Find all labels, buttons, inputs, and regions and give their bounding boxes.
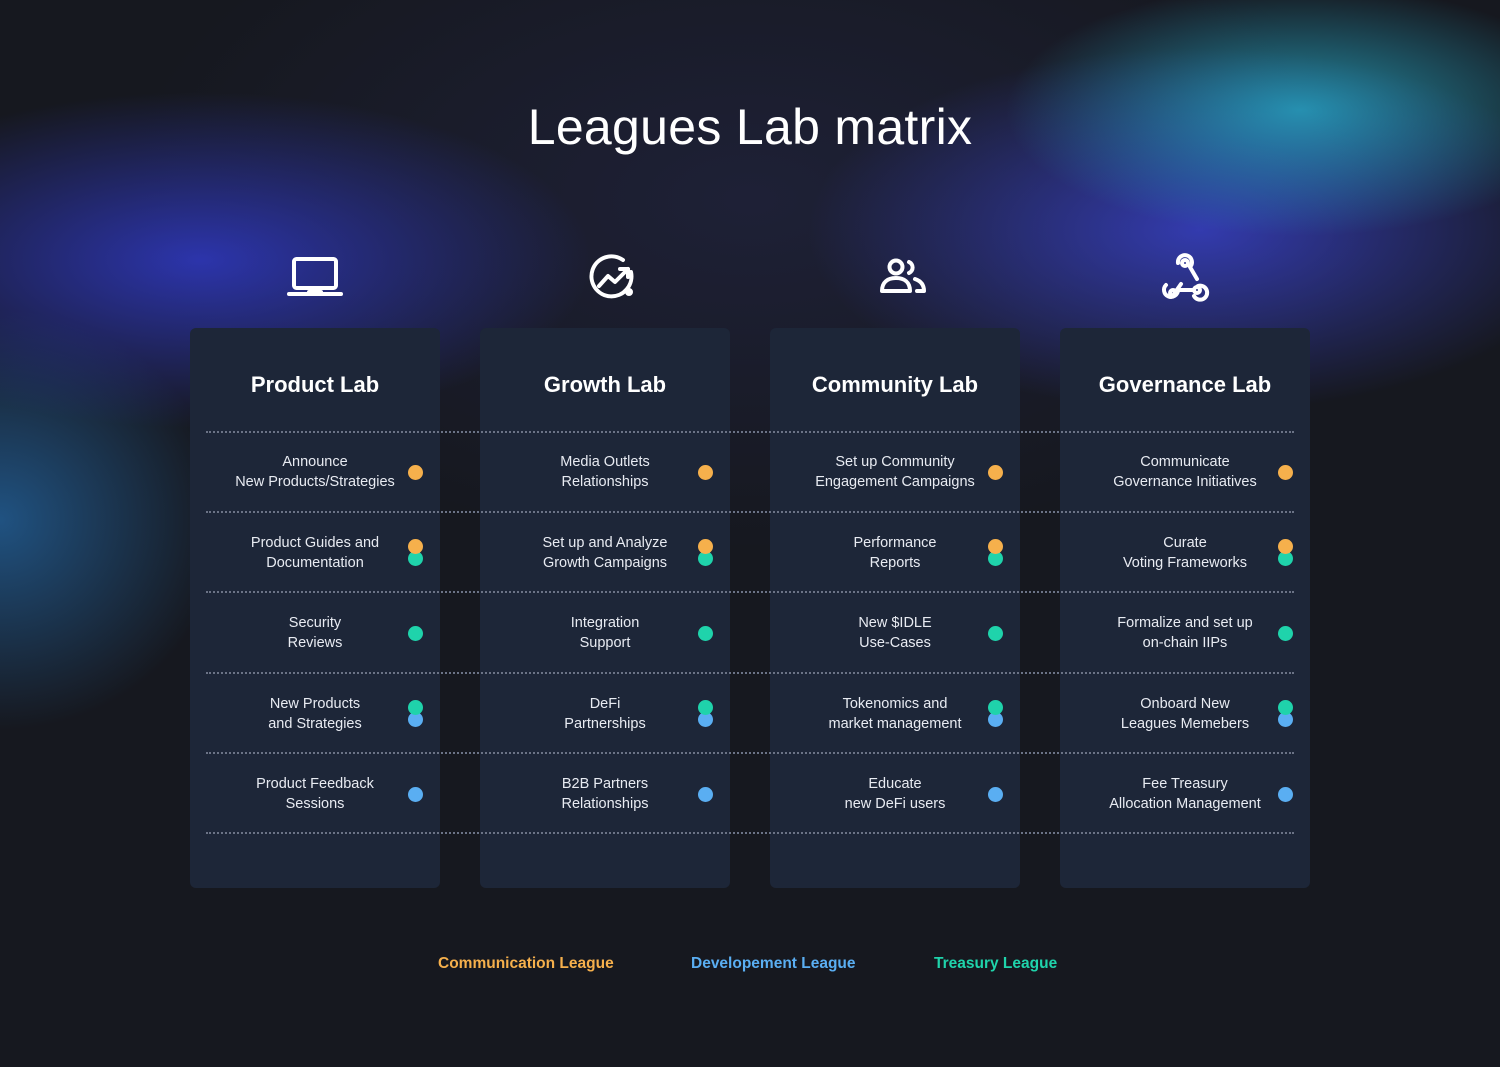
league-dot-communication (408, 464, 423, 480)
list-item: Media Outlets Relationships (480, 432, 730, 512)
list-item-label: Security Reviews (287, 615, 343, 651)
league-dot-development (1278, 786, 1293, 802)
league-dot-treasury (1278, 625, 1293, 641)
list-item: Fee Treasury Allocation Management (1060, 754, 1310, 834)
list-item: Security Reviews (190, 593, 440, 673)
card-title: Growth Lab (543, 372, 667, 397)
card-community-lab: Community Lab Set up Community Engagemen… (770, 328, 1020, 888)
users-icon (875, 250, 931, 306)
list-item-label: New $IDLE Use-Cases (858, 615, 932, 651)
league-dot-communication (408, 539, 423, 554)
league-dot-communication (698, 464, 713, 480)
list-item: Formalize and set up on-chain IIPs (1060, 593, 1310, 673)
list-item-label: Communicate Governance Initiatives (1113, 454, 1257, 490)
list-item-label: Product Feedback Sessions (256, 776, 374, 812)
league-dot-communication (698, 539, 713, 554)
list-item: Tokenomics and market management (770, 674, 1020, 754)
list-item: Set up Community Engagement Campaigns (770, 432, 1020, 512)
list-item-label: Curate Voting Frameworks (1122, 534, 1248, 571)
list-item: Integration Support (480, 593, 730, 673)
legend-treasury: Treasury League (934, 955, 1058, 972)
league-dot-treasury (988, 700, 1003, 715)
league-dot-communication (988, 464, 1003, 480)
legend-communication: Communication League (438, 955, 614, 972)
webhook-icon (1157, 250, 1213, 306)
laptop-icon (287, 250, 343, 306)
list-item: DeFi Partnerships (480, 674, 730, 754)
page-title: Leagues Lab matrix (527, 99, 973, 155)
league-dot-communication (1278, 539, 1293, 554)
league-dot-treasury (698, 625, 713, 641)
league-dot-communication (1278, 464, 1293, 480)
league-dot-communication (988, 539, 1003, 554)
card-product-lab: Product Lab Announce New Products/Strate… (190, 328, 440, 888)
card-title: Product Lab (250, 372, 380, 397)
list-item: Set up and Analyze Growth Campaigns (480, 513, 730, 593)
row-divider (206, 672, 1294, 674)
list-item-label: Product Guides and Documentation (250, 534, 380, 571)
league-dot-treasury (988, 625, 1003, 641)
list-item: Announce New Products/Strategies (190, 432, 440, 512)
list-item-label: Formalize and set up on-chain IIPs (1117, 615, 1253, 651)
growth-chart-icon (585, 250, 641, 306)
card-title: Governance Lab (1098, 372, 1272, 397)
list-item: Communicate Governance Initiatives (1060, 432, 1310, 512)
list-item: New $IDLE Use-Cases (770, 593, 1020, 673)
league-dot-development (698, 786, 713, 802)
league-dot-treasury (408, 700, 423, 715)
list-item-label: Set up Community Engagement Campaigns (815, 454, 975, 490)
list-item-label: Tokenomics and market management (828, 695, 962, 732)
league-dot-treasury (1278, 700, 1293, 715)
row-divider (206, 431, 1294, 433)
league-dot-development (408, 786, 423, 802)
league-dot-treasury (408, 625, 423, 641)
row-divider (206, 511, 1294, 513)
list-item: Performance Reports (770, 513, 1020, 593)
list-item: Educate new DeFi users (770, 754, 1020, 834)
card-growth-lab: Growth Lab Media Outlets Relationships Se… (480, 328, 730, 888)
list-item-label: B2B Partners Relationships (561, 776, 649, 812)
list-item: B2B Partners Relationships (480, 754, 730, 834)
row-divider (206, 591, 1294, 593)
list-item-label: Fee Treasury Allocation Management (1109, 776, 1261, 812)
list-item-label: Media Outlets Relationships (560, 454, 650, 490)
list-item-label: Onboard New Leagues Memebers (1120, 695, 1250, 732)
list-item-label: Integration Support (570, 615, 640, 651)
list-item-label: New Products and Strategies (268, 695, 362, 732)
list-item: Product Feedback Sessions (190, 754, 440, 834)
list-item-label: Educate new DeFi users (844, 776, 946, 812)
list-item-label: Performance Reports (853, 534, 937, 571)
list-item: Onboard New Leagues Memebers (1060, 674, 1310, 754)
card-title: Community Lab (811, 372, 979, 397)
league-dot-treasury (698, 700, 713, 715)
row-divider (206, 832, 1294, 834)
list-item: Product Guides and Documentation (190, 513, 440, 593)
row-divider (206, 752, 1294, 754)
card-governance-lab: Governance Lab Communicate Governance In… (1060, 328, 1310, 888)
list-item: Curate Voting Frameworks (1060, 513, 1310, 593)
list-item-label: Set up and Analyze Growth Campaigns (542, 534, 668, 571)
list-item-label: DeFi Partnerships (564, 695, 646, 732)
league-dot-development (988, 786, 1003, 802)
list-item-label: Announce New Products/Strategies (235, 454, 395, 490)
list-item: New Products and Strategies (190, 674, 440, 754)
legend-development: Developement League (691, 955, 856, 972)
